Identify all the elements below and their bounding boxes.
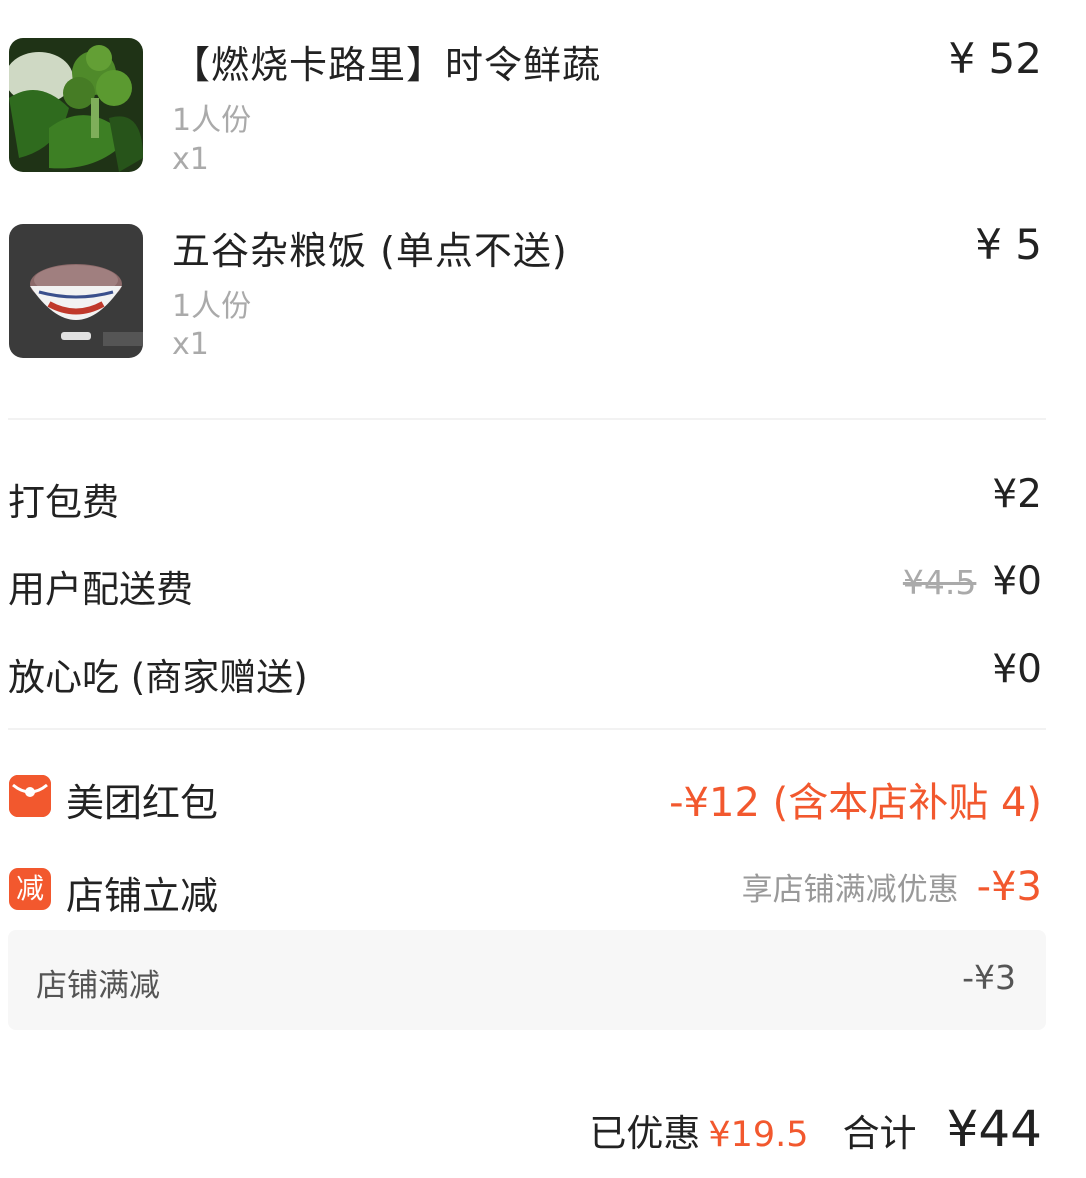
packaging-fee-label: 打包费 — [8, 481, 119, 524]
divider — [8, 728, 1046, 730]
delivery-fee-value: ¥4.5 ¥0 — [903, 559, 1042, 604]
item-price: ¥ 52 — [948, 34, 1042, 83]
item-price: ¥ 5 — [975, 220, 1042, 269]
saved-amount: ¥19.5 — [708, 1115, 809, 1155]
store-discount-label: 店铺立减 — [66, 874, 219, 918]
store-discount-note: 享店铺满减优惠 — [741, 872, 959, 908]
total-amount: ¥44 — [946, 1100, 1042, 1158]
item-name: 五谷杂粮饭 (单点不送) — [172, 229, 568, 273]
discount-detail-value: -¥3 — [962, 958, 1016, 997]
packaging-fee-value: ¥2 — [992, 472, 1042, 517]
discount-detail-label: 店铺满减 — [36, 968, 160, 1004]
delivery-fee-amount: ¥0 — [992, 559, 1042, 604]
red-envelope-icon — [9, 775, 51, 817]
item-spec: 1人份 — [172, 103, 252, 138]
store-discount-amount: -¥3 — [976, 864, 1042, 910]
food-safety-label: 放心吃 (商家赠送) — [8, 656, 308, 699]
item-quantity: x1 — [172, 142, 209, 177]
discount-icon: 减 — [9, 868, 51, 910]
order-summary: 已优惠 ¥19.5 合计 ¥44 — [589, 1100, 1042, 1158]
red-packet-value[interactable]: -¥12 (含本店补贴 4) — [669, 770, 1042, 828]
item-name: 【燃烧卡路里】时令鲜蔬 — [172, 43, 602, 87]
food-safety-value: ¥0 — [992, 647, 1042, 692]
divider — [8, 418, 1046, 420]
item-quantity: x1 — [172, 327, 209, 362]
discount-detail-box: 店铺满减 -¥3 — [8, 930, 1046, 1030]
store-discount-value[interactable]: 享店铺满减优惠 -¥3 — [742, 864, 1042, 910]
saved-label: 已优惠 — [589, 1112, 701, 1155]
item-spec: 1人份 — [172, 289, 252, 324]
delivery-fee-label: 用户配送费 — [8, 568, 193, 611]
broccoli-greens-image — [9, 38, 143, 172]
total-label: 合计 — [842, 1112, 917, 1155]
red-packet-label: 美团红包 — [66, 781, 219, 825]
original-delivery-fee: ¥4.5 — [902, 563, 977, 602]
rice-bowl-image — [9, 224, 143, 358]
